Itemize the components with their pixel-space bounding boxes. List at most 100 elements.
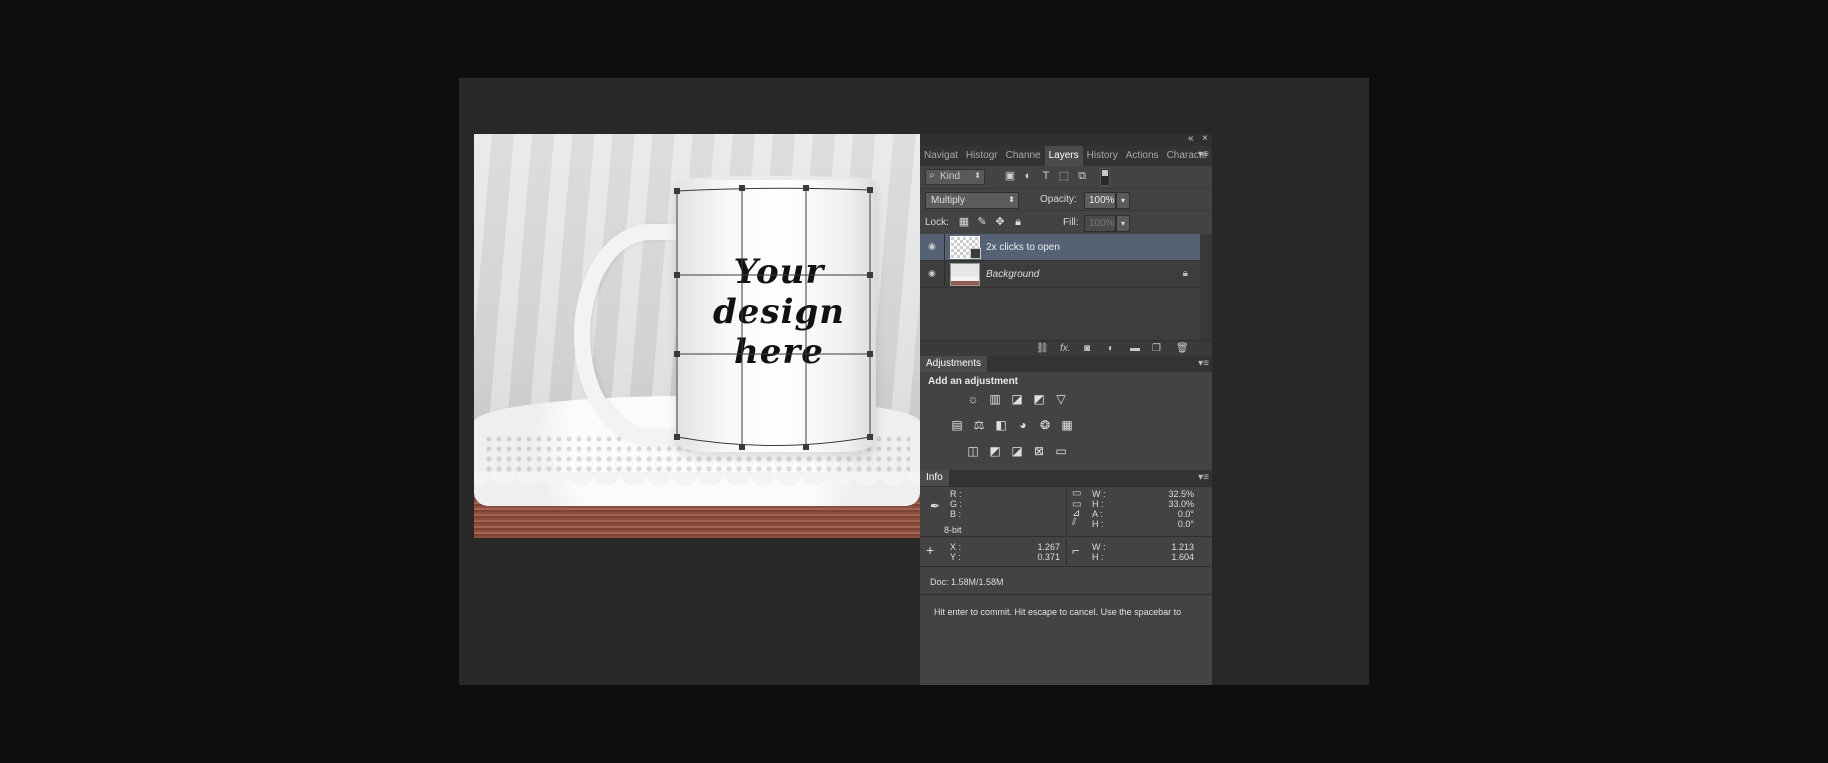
invert-icon[interactable]: ◫	[966, 444, 980, 458]
panel-dock: « × Navigat Histogr Channe Layers Histor…	[920, 133, 1212, 685]
info-doc-section: Doc: 1.58M/1.58M	[920, 566, 1212, 595]
opacity-dropdown-button[interactable]: ▾	[1116, 192, 1130, 209]
crosshair-icon: +	[926, 542, 935, 558]
status-message: Hit enter to commit. Hit escape to cance…	[934, 607, 1182, 617]
info-divider	[1066, 539, 1067, 565]
layer-filter-row: ⌕ Kind ⬍ ▣ ◐ T ⬚ ⧉	[920, 166, 1212, 188]
updown-arrow-icon: ⬍	[974, 171, 981, 180]
info-size-w-value: 1.213	[1171, 542, 1194, 552]
visibility-eye-icon[interactable]: ◉	[928, 269, 939, 278]
mesh-handle	[867, 187, 873, 193]
lock-all-icon[interactable]: 🔒︎	[1012, 216, 1024, 228]
adjustment-filter-icon[interactable]: ◐	[1022, 170, 1034, 182]
bit-depth: 8-bit	[944, 525, 962, 535]
layer-thumbnail	[950, 263, 980, 286]
scale-icon: ▭	[1072, 488, 1082, 499]
layer-row-smart-object[interactable]: ◉ 2x clicks to open	[920, 234, 1200, 261]
lock-transparent-icon[interactable]: ▦	[958, 216, 970, 228]
type-filter-icon[interactable]: T	[1040, 170, 1052, 182]
kind-filter-select[interactable]: ⌕ Kind ⬍	[925, 169, 985, 185]
tab-channels[interactable]: Channe	[1002, 146, 1045, 166]
info-x-value: 1.267	[1037, 542, 1060, 552]
fx-icon[interactable]: fx.	[1060, 343, 1071, 354]
opacity-input[interactable]: 100%	[1084, 192, 1116, 209]
levels-icon[interactable]: ▥	[988, 392, 1002, 406]
gradient-map-icon[interactable]: ▭	[1054, 444, 1068, 458]
warp-mesh[interactable]	[474, 134, 920, 538]
updown-arrow-icon: ⬍	[1008, 195, 1015, 204]
document-canvas[interactable]: Your design here	[474, 134, 920, 538]
pixel-filter-icon[interactable]: ▣	[1004, 170, 1016, 182]
color-balance-icon[interactable]: ⚖	[972, 418, 986, 432]
mesh-handle	[674, 272, 680, 278]
link-layers-icon[interactable]: ⛓	[1036, 343, 1049, 354]
photo-filter-icon[interactable]: ◕	[1016, 418, 1030, 432]
layer-divider	[944, 261, 945, 287]
mesh-handle	[674, 434, 680, 440]
panel-menu-icon[interactable]: ▾≡	[1198, 149, 1209, 160]
posterize-icon[interactable]: ◩	[988, 444, 1002, 458]
blend-mode-value: Multiply	[931, 195, 965, 206]
close-icon[interactable]: ×	[1202, 133, 1208, 144]
photoshop-window: Your design here « × Navigat Histogr Cha…	[459, 78, 1369, 685]
trash-icon[interactable]: 🗑︎	[1176, 343, 1189, 354]
visibility-eye-icon[interactable]: ◉	[928, 242, 939, 251]
mesh-handle	[674, 188, 680, 194]
lock-image-icon[interactable]: ✎	[976, 216, 988, 228]
mesh-handle	[867, 434, 873, 440]
layer-row-background[interactable]: ◉ Background 🔒︎	[920, 261, 1200, 288]
threshold-icon[interactable]: ◪	[1010, 444, 1024, 458]
mesh-handle	[867, 272, 873, 278]
smart-object-icon	[970, 248, 981, 259]
vibrance-icon[interactable]: ▽	[1054, 392, 1068, 406]
layers-footer-toolbar: ⛓ fx. ◙ ◐ ▬ ❐ 🗑︎	[920, 340, 1212, 357]
panel-menu-icon[interactable]: ▾≡	[1198, 358, 1209, 369]
smart-object-filter-icon[interactable]: ⧉	[1076, 170, 1088, 182]
fill-dropdown-button[interactable]: ▾	[1116, 215, 1130, 232]
tab-navigator[interactable]: Navigat	[920, 146, 962, 166]
exposure-icon[interactable]: ◩	[1032, 392, 1046, 406]
channel-mixer-icon[interactable]: ❂	[1038, 418, 1052, 432]
color-lookup-icon[interactable]: ▦	[1060, 418, 1074, 432]
padlock-icon: 🔒︎	[1182, 268, 1188, 279]
tab-actions[interactable]: Actions	[1122, 146, 1163, 166]
mesh-handle	[803, 444, 809, 450]
new-layer-icon[interactable]: ❐	[1152, 343, 1161, 354]
info-size-h-label: H :	[1092, 552, 1104, 562]
info-size-h-value: 1.604	[1171, 552, 1194, 562]
mesh-handle	[803, 185, 809, 191]
info-y-label: Y :	[950, 552, 961, 562]
brightness-icon[interactable]: ☼	[966, 392, 980, 406]
filter-toggle-switch[interactable]	[1100, 168, 1110, 186]
selective-color-icon[interactable]: ⊠	[1032, 444, 1046, 458]
new-group-icon[interactable]: ▬	[1130, 343, 1140, 354]
info-w-value: 32.5%	[1168, 489, 1194, 499]
add-mask-icon[interactable]: ◙	[1084, 343, 1090, 354]
layers-scrollbar[interactable]	[1200, 234, 1212, 340]
skew-icon: ⫽	[1072, 517, 1077, 528]
panel-menu-icon[interactable]: ▾≡	[1198, 472, 1209, 483]
lock-position-icon[interactable]: ✥	[994, 216, 1006, 228]
info-g-label: G :	[950, 499, 963, 509]
info-x-label: X :	[950, 542, 962, 552]
blend-mode-select[interactable]: Multiply ⬍	[925, 192, 1019, 209]
mesh-handle	[674, 351, 680, 357]
tab-history[interactable]: History	[1083, 146, 1122, 166]
shape-filter-icon[interactable]: ⬚	[1058, 170, 1070, 182]
black-white-icon[interactable]: ◧	[994, 418, 1008, 432]
curves-icon[interactable]: ◪	[1010, 392, 1024, 406]
tab-adjustments[interactable]: Adjustments	[920, 356, 988, 372]
search-icon: ⌕	[929, 170, 935, 181]
layer-divider	[944, 234, 945, 260]
hue-saturation-icon[interactable]: ▤	[950, 418, 964, 432]
tab-layers[interactable]: Layers	[1044, 146, 1083, 166]
collapse-icon[interactable]: «	[1188, 133, 1194, 144]
info-r-label: R :	[950, 489, 962, 499]
info-b-label: B :	[950, 509, 962, 519]
tab-info[interactable]: Info	[920, 470, 949, 486]
info-color-section: ✒ R : G : B : 8-bit ▭ ▭ ⊿ ⫽ W : H : A : …	[920, 486, 1212, 537]
tab-histogram[interactable]: Histogr	[962, 146, 1002, 166]
fill-input[interactable]: 100%	[1084, 215, 1116, 232]
opacity-value: 100%	[1089, 195, 1115, 206]
new-adjustment-icon[interactable]: ◐	[1108, 343, 1114, 354]
